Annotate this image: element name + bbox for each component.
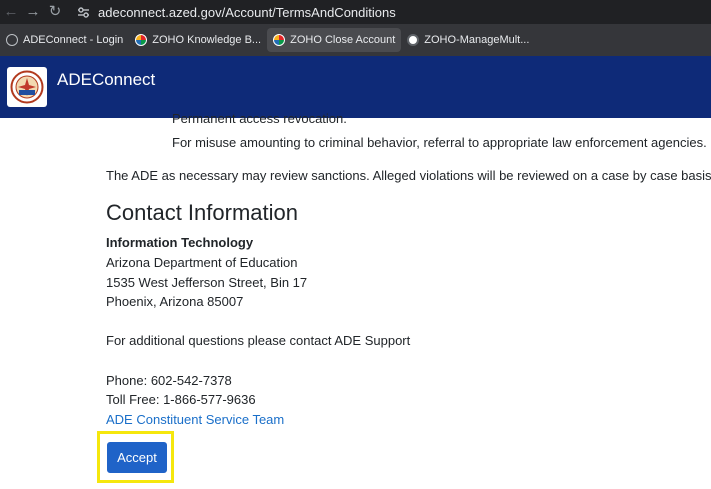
forward-arrow-icon[interactable]: →: [22, 0, 44, 24]
arizona-seal-icon: [10, 70, 44, 104]
bookmark-label: ZOHO Knowledge B...: [152, 34, 262, 46]
bookmark-zoho-knowledge[interactable]: ZOHO Knowledge B...: [129, 28, 267, 52]
bookmark-zoho-manage[interactable]: ZOHO-ManageMult...: [401, 28, 535, 52]
bullet-line-revocation: Permanent access revocation.: [172, 111, 347, 126]
phone-number: Phone: 602-542-7378: [106, 373, 232, 388]
bookmark-zoho-close-account[interactable]: ZOHO Close Account: [267, 28, 402, 52]
bookmark-label: ZOHO Close Account: [290, 34, 396, 46]
terms-content: Permanent access revocation. For misuse …: [0, 111, 711, 489]
app-title: ADEConnect: [57, 70, 156, 89]
bullet-line-criminal: For misuse amounting to criminal behavio…: [172, 135, 707, 150]
ade-logo[interactable]: [7, 67, 47, 107]
reload-icon[interactable]: ↻: [44, 0, 66, 24]
back-arrow-icon[interactable]: ←: [0, 0, 22, 24]
accept-button[interactable]: Accept: [107, 442, 167, 473]
bookmarks-bar: ADEConnect - Login ZOHO Knowledge B... Z…: [0, 24, 711, 56]
zoho-icon: [273, 34, 286, 46]
globe-icon: [6, 34, 18, 46]
bookmark-label: ADEConnect - Login: [23, 34, 124, 46]
accept-highlight: Accept: [97, 431, 174, 483]
site-info-icon[interactable]: [76, 5, 90, 19]
browser-address-bar: ← → ↻ adeconnect.azed.gov/Account/TermsA…: [0, 0, 711, 24]
sanctions-text: The ADE as necessary may review sanction…: [106, 168, 711, 183]
zoho-icon: [135, 34, 148, 46]
bookmark-label: ZOHO-ManageMult...: [424, 34, 530, 46]
toll-free-number: Toll Free: 1-866-577-9636: [106, 392, 256, 407]
dept-name: Information Technology: [106, 235, 254, 250]
bookmark-adeconnect-login[interactable]: ADEConnect - Login: [0, 28, 129, 52]
app-header: ADEConnect: [0, 56, 711, 118]
address-line-1: Arizona Department of Education: [106, 255, 298, 270]
url-field[interactable]: adeconnect.azed.gov/Account/TermsAndCond…: [98, 5, 396, 20]
address-line-3: Phoenix, Arizona 85007: [106, 294, 244, 309]
constituent-service-link[interactable]: ADE Constituent Service Team: [106, 412, 284, 427]
support-text: For additional questions please contact …: [106, 333, 411, 348]
contact-heading: Contact Information: [106, 200, 298, 225]
address-line-2: 1535 West Jefferson Street, Bin 17: [106, 275, 308, 290]
manage-icon: [407, 34, 420, 46]
